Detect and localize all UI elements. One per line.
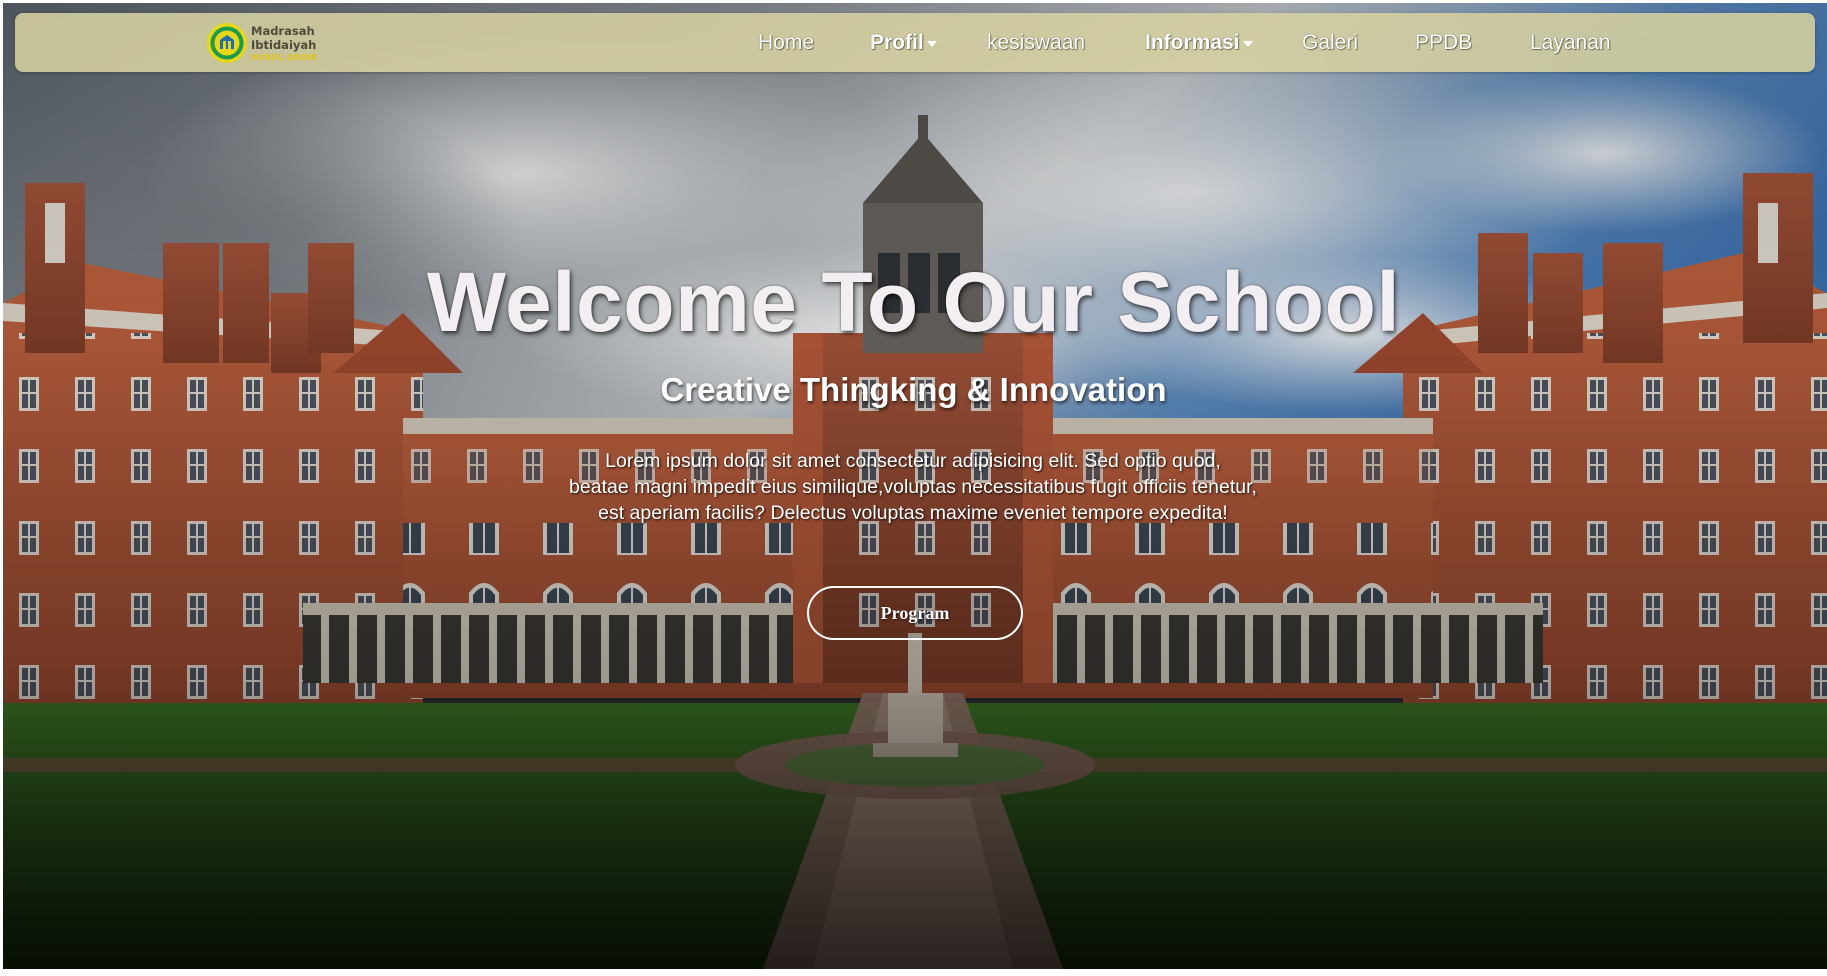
hero-description-line: est aperiam facilis? Delectus voluptas m… bbox=[598, 502, 1228, 524]
hero-title: Welcome To Our School bbox=[426, 255, 1401, 349]
nav-item-label: Galeri bbox=[1302, 31, 1359, 54]
nav-item-label: PPDB bbox=[1415, 31, 1473, 54]
nav-item-label: Informasi bbox=[1145, 31, 1240, 54]
nav-item-label: Profil bbox=[870, 31, 924, 54]
caret-down-icon bbox=[1242, 41, 1253, 48]
nav-item-kesiswaan[interactable]: kesiswaan bbox=[987, 30, 1085, 56]
page: Madrasah Ibtidaiyah NURUL QODIR Home Pro… bbox=[0, 0, 1827, 976]
nav-item-label: Layanan bbox=[1530, 31, 1611, 54]
program-button[interactable]: Program bbox=[807, 586, 1023, 640]
navbar: Madrasah Ibtidaiyah NURUL QODIR Home Pro… bbox=[15, 13, 1815, 72]
page-edge-left bbox=[0, 0, 3, 976]
nav-item-layanan[interactable]: Layanan bbox=[1530, 30, 1611, 56]
nav-item-galeri[interactable]: Galeri bbox=[1302, 30, 1358, 56]
nav-item-profil[interactable]: Profil bbox=[870, 30, 937, 56]
nav-item-informasi[interactable]: Informasi bbox=[1145, 30, 1253, 56]
hero-description: Lorem ipsum dolor sit amet consectetur a… bbox=[513, 448, 1313, 526]
hero-description-line: beatae magni impedit eius similique,volu… bbox=[569, 476, 1257, 498]
hero-description-line: Lorem ipsum dolor sit amet consectetur a… bbox=[605, 450, 1221, 472]
nav-item-home[interactable]: Home bbox=[758, 30, 814, 56]
nav-item-label: kesiswaan bbox=[987, 31, 1086, 54]
page-edge-bottom bbox=[0, 969, 1827, 976]
caret-down-icon bbox=[926, 41, 937, 48]
hero-subtitle: Creative Thingking & Innovation bbox=[660, 371, 1167, 408]
nav-item-ppdb[interactable]: PPDB bbox=[1415, 30, 1472, 56]
main-nav: Home Profil kesiswaan Informasi Galeri P… bbox=[15, 13, 1815, 72]
nav-item-label: Home bbox=[758, 31, 815, 54]
